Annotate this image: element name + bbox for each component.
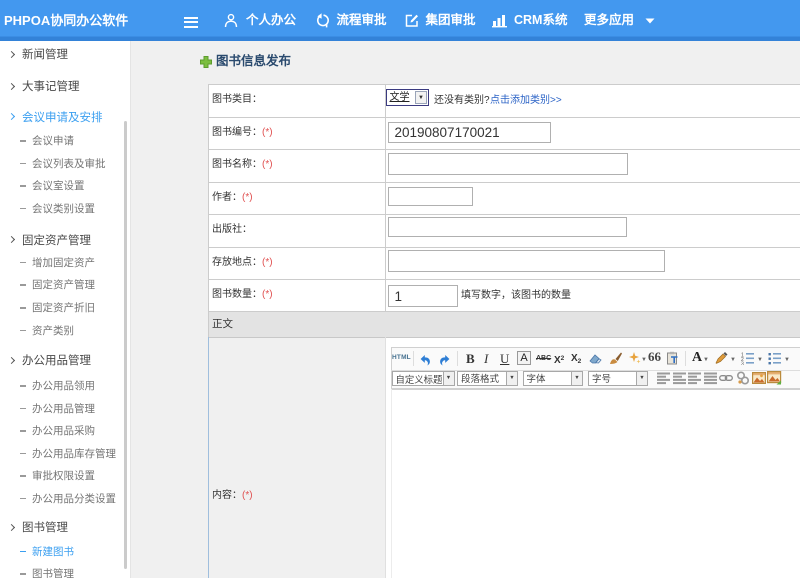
svg-text:3: 3 (741, 362, 744, 366)
